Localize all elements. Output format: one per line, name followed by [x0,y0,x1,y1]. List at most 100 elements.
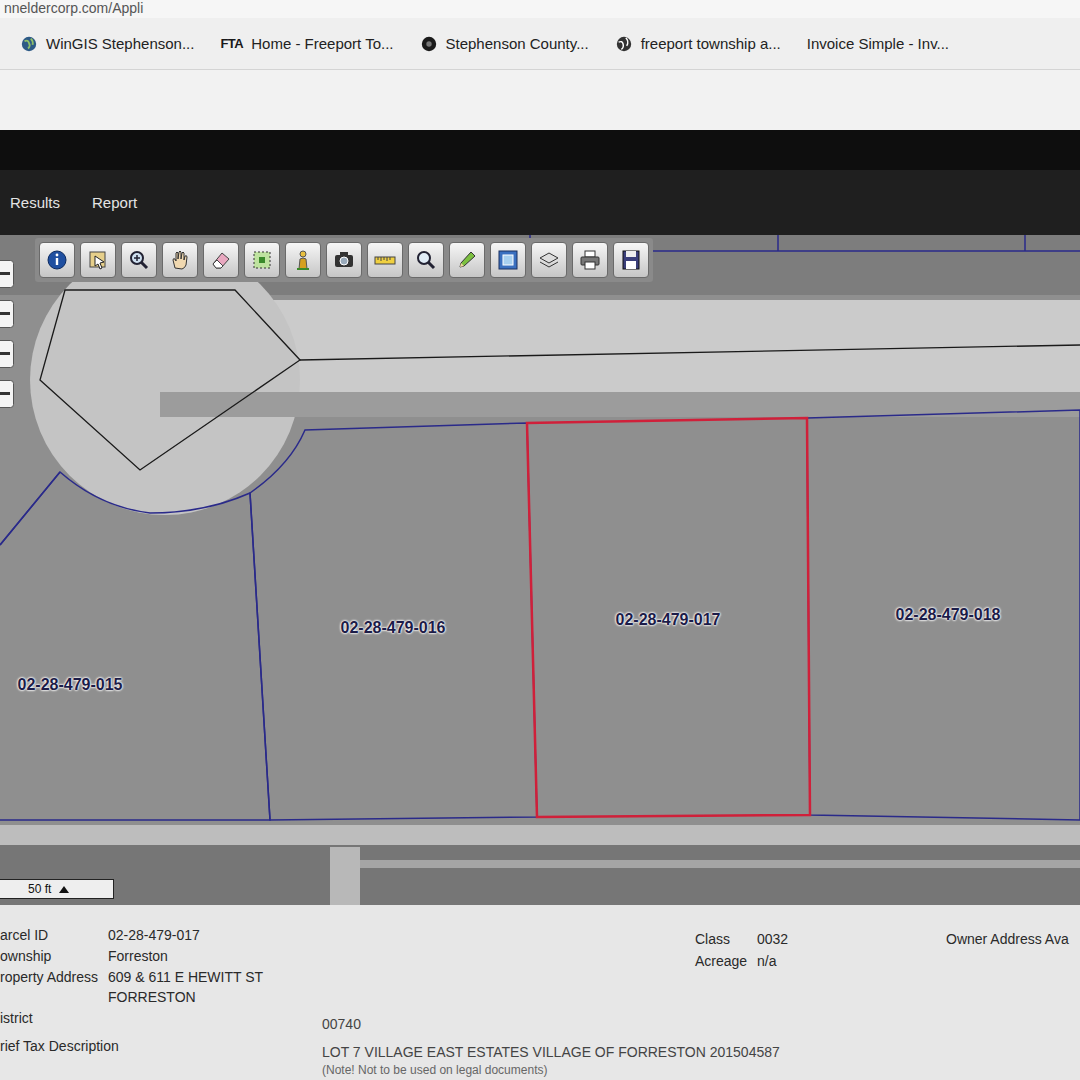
tool-button[interactable] [531,242,567,278]
tool-button[interactable] [285,242,321,278]
detail-field: ownshipForreston [0,946,695,966]
field-label: ownship [0,946,108,966]
nav-tab[interactable]: Results [10,194,60,211]
parcel-label[interactable]: 02-28-479-017 [616,611,721,629]
parcel-outline[interactable] [807,410,1080,820]
county-seal-icon [420,35,438,53]
tool-button[interactable] [244,242,280,278]
detail-field: arcel ID02-28-479-017 [0,925,695,945]
pan-arrow-icon[interactable] [0,380,14,408]
bookmark-label[interactable]: Invoice Simple - Inv... [807,35,949,52]
tool-button[interactable] [449,242,485,278]
layers-icon [537,248,561,272]
field-value: Forreston [108,946,168,966]
measure-icon [373,248,397,272]
bookmark[interactable]: WinGIS Stephenson... [20,35,194,53]
scale-toggle-icon[interactable] [59,886,69,893]
page-header-space [0,70,1080,130]
earth-icon [20,35,38,53]
tool-button[interactable] [408,242,444,278]
bookmark[interactable]: FTA Home - Freeport To... [220,35,393,52]
field-label: roperty Address [0,967,108,1007]
tool-button[interactable] [490,242,526,278]
url-text[interactable]: nneldercorp.com/Appli [4,0,143,16]
parcel-outline[interactable] [0,472,270,820]
bookmark[interactable]: Invoice Simple - Inv... [807,35,949,52]
zoom-out-icon[interactable] [0,300,14,328]
scale-bar: 50 ft [0,879,114,899]
parcel-label[interactable]: 02-28-479-015 [18,676,123,694]
stats-list: Class 0032 Acreage n/a [695,925,946,1007]
parcel-details: arcel ID02-28-479-017ownshipForrestonrop… [0,905,1080,1080]
detail-field: rief Tax DescriptionLOT 7 VILLAGE EAST E… [0,1037,1080,1079]
bookmark[interactable]: freeport township a... [615,35,781,53]
stat-label: Class [695,929,747,949]
detail-field: roperty Address609 & 611 E HEWITT STFORR… [0,967,695,1007]
map-extent-icon [496,248,520,272]
stat-value: n/a [757,951,776,971]
tool-button[interactable] [203,242,239,278]
eraser-icon [209,248,233,272]
map-toolbar [35,238,653,282]
zoom-controls [0,260,14,408]
address-bar[interactable]: nneldercorp.com/Appli [0,0,1080,18]
nav-tab[interactable]: Report [92,194,137,211]
field-value: LOT 7 VILLAGE EAST ESTATES VILLAGE OF FO… [322,1043,780,1061]
detail-field: istrict00740 [0,1009,1080,1033]
gis-page: nneldercorp.com/Appli WinGIS Stephenson..… [0,0,1080,1080]
stat-value: 0032 [757,929,788,949]
field-list: arcel ID02-28-479-017ownshipForrestonrop… [0,925,695,1007]
field-value: 02-28-479-017 [108,925,200,945]
globe-icon [615,35,633,53]
map-view[interactable]: 02-28-479-015 02-28-479-016 02-28-479-017 0… [0,235,1080,905]
bookmark-label[interactable]: WinGIS Stephenson... [46,35,194,52]
bookmark-label[interactable]: Home - Freeport To... [251,35,393,52]
field-label: rief Tax Description [0,1037,322,1079]
field-note: (Note! Not to be used on legal documents… [322,1061,780,1079]
scale-label: 50 ft [28,882,51,896]
browser-bar: nneldercorp.com/Appli WinGIS Stephenson..… [0,0,1080,70]
field-value: 00740 [322,1015,361,1033]
tool-button[interactable] [613,242,649,278]
field-value: 609 & 611 E HEWITT ST [108,967,263,987]
stat-field: Acreage n/a [695,951,946,971]
bookmarks-bar: WinGIS Stephenson... FTA Home - Freeport T… [0,18,1080,69]
bookmark-label[interactable]: freeport township a... [641,35,781,52]
parcel-label[interactable]: 02-28-479-018 [896,606,1001,624]
field-label: istrict [0,1009,322,1033]
tool-button[interactable] [162,242,198,278]
person-icon [291,248,315,272]
fta-logo: FTA [220,36,243,51]
tool-button[interactable] [572,242,608,278]
tool-button[interactable] [367,242,403,278]
field-value: FORRESTON [108,987,263,1007]
tool-button[interactable] [80,242,116,278]
search-icon [414,248,438,272]
bookmark[interactable]: Stephenson County... [420,35,589,53]
field-label: arcel ID [0,925,108,945]
app-nav: Results Report [0,170,1080,235]
owner-address-heading: Owner Address Ava [946,925,1069,1007]
select-icon [86,248,110,272]
stat-field: Class 0032 [695,929,946,949]
pencil-icon [455,248,479,272]
app-banner [0,130,1080,170]
parcel-outline[interactable] [527,418,810,817]
select-box-icon [250,248,274,272]
parcel-outline[interactable] [250,423,537,820]
print-icon [578,248,602,272]
stat-label: Acreage [695,951,747,971]
aerial-map[interactable] [0,235,1080,905]
pan-hand-icon [168,248,192,272]
tool-button[interactable] [121,242,157,278]
save-icon [619,248,643,272]
zoom-slider-icon[interactable] [0,340,14,368]
tool-button[interactable] [39,242,75,278]
parcel-label[interactable]: 02-28-479-016 [341,619,446,637]
info-icon [45,248,69,272]
zoom-in-icon [127,248,151,272]
zoom-in-icon[interactable] [0,260,14,288]
camera-icon [332,248,356,272]
tool-button[interactable] [326,242,362,278]
bookmark-label[interactable]: Stephenson County... [446,35,589,52]
